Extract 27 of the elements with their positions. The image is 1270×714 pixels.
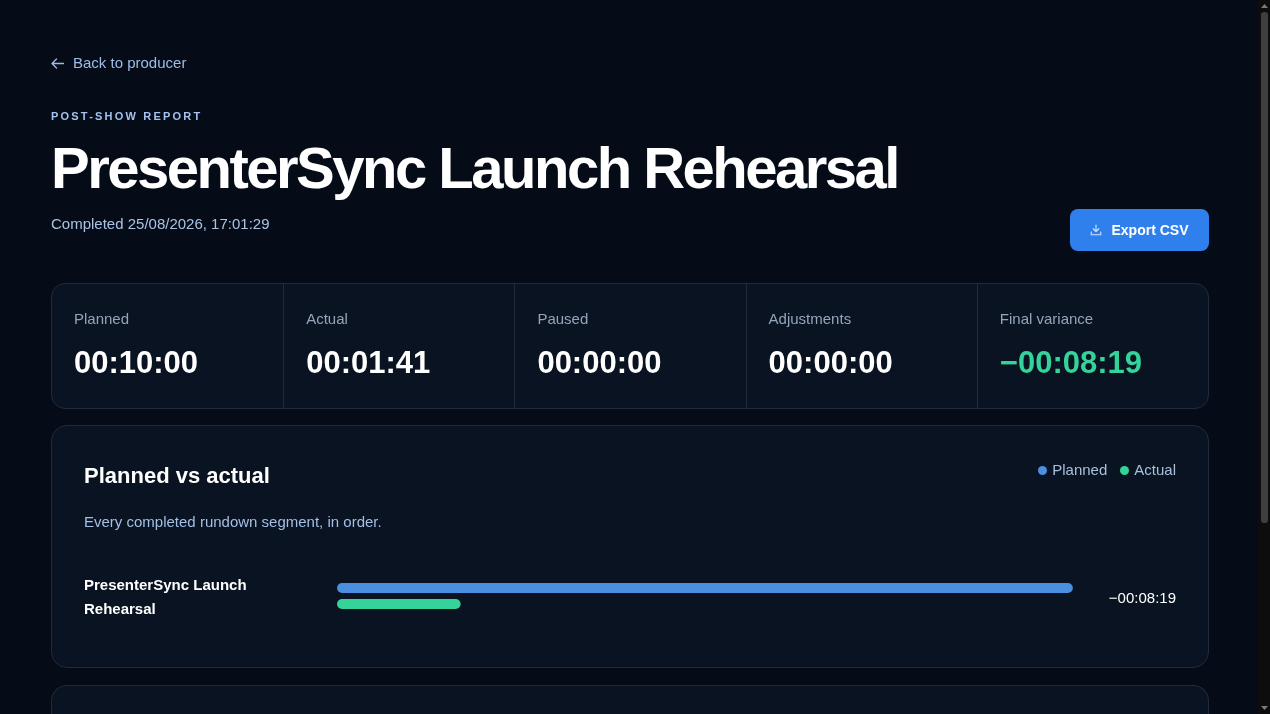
- completed-time: Completed 25/08/2026, 17:01:29: [51, 214, 271, 234]
- export-csv-button[interactable]: Export CSV: [1070, 209, 1209, 251]
- scroll-up-icon[interactable]: [1260, 4, 1268, 8]
- scrollbar-thumb[interactable]: [1260, 12, 1268, 523]
- stat-label: Adjustments: [768, 309, 853, 329]
- stat-label: Planned: [74, 309, 131, 329]
- segment-variance: −00:08:19: [1108, 588, 1176, 608]
- stat-value: 00:01:41: [306, 345, 432, 381]
- stat-label: Final variance: [999, 309, 1095, 329]
- segment-name: PresenterSync Launch Rehearsal: [84, 575, 248, 619]
- page-title: PresenterSync Launch Rehearsal: [51, 136, 898, 200]
- chart-title: Planned vs actual: [84, 462, 270, 490]
- chart-subtitle: Every completed rundown segment, in order.: [84, 512, 383, 532]
- stat-value: 00:00:00: [768, 345, 894, 381]
- download-icon: [1090, 224, 1103, 236]
- stat-label: Paused: [537, 309, 590, 329]
- stat-value: 00:00:00: [537, 345, 663, 381]
- stat-value: −00:08:19: [999, 345, 1143, 381]
- scrollbar[interactable]: [1258, 0, 1270, 714]
- stat-value: 00:10:00: [74, 345, 200, 381]
- eyebrow-label: POST-SHOW REPORT: [51, 109, 204, 123]
- legend-label: Actual: [1134, 462, 1176, 478]
- arrow-left-icon: [51, 57, 64, 69]
- stat-label: Actual: [306, 309, 349, 329]
- scroll-down-icon[interactable]: [1260, 706, 1268, 710]
- legend-label: Planned: [1052, 462, 1108, 478]
- back-link[interactable]: Back to producer: [51, 52, 187, 74]
